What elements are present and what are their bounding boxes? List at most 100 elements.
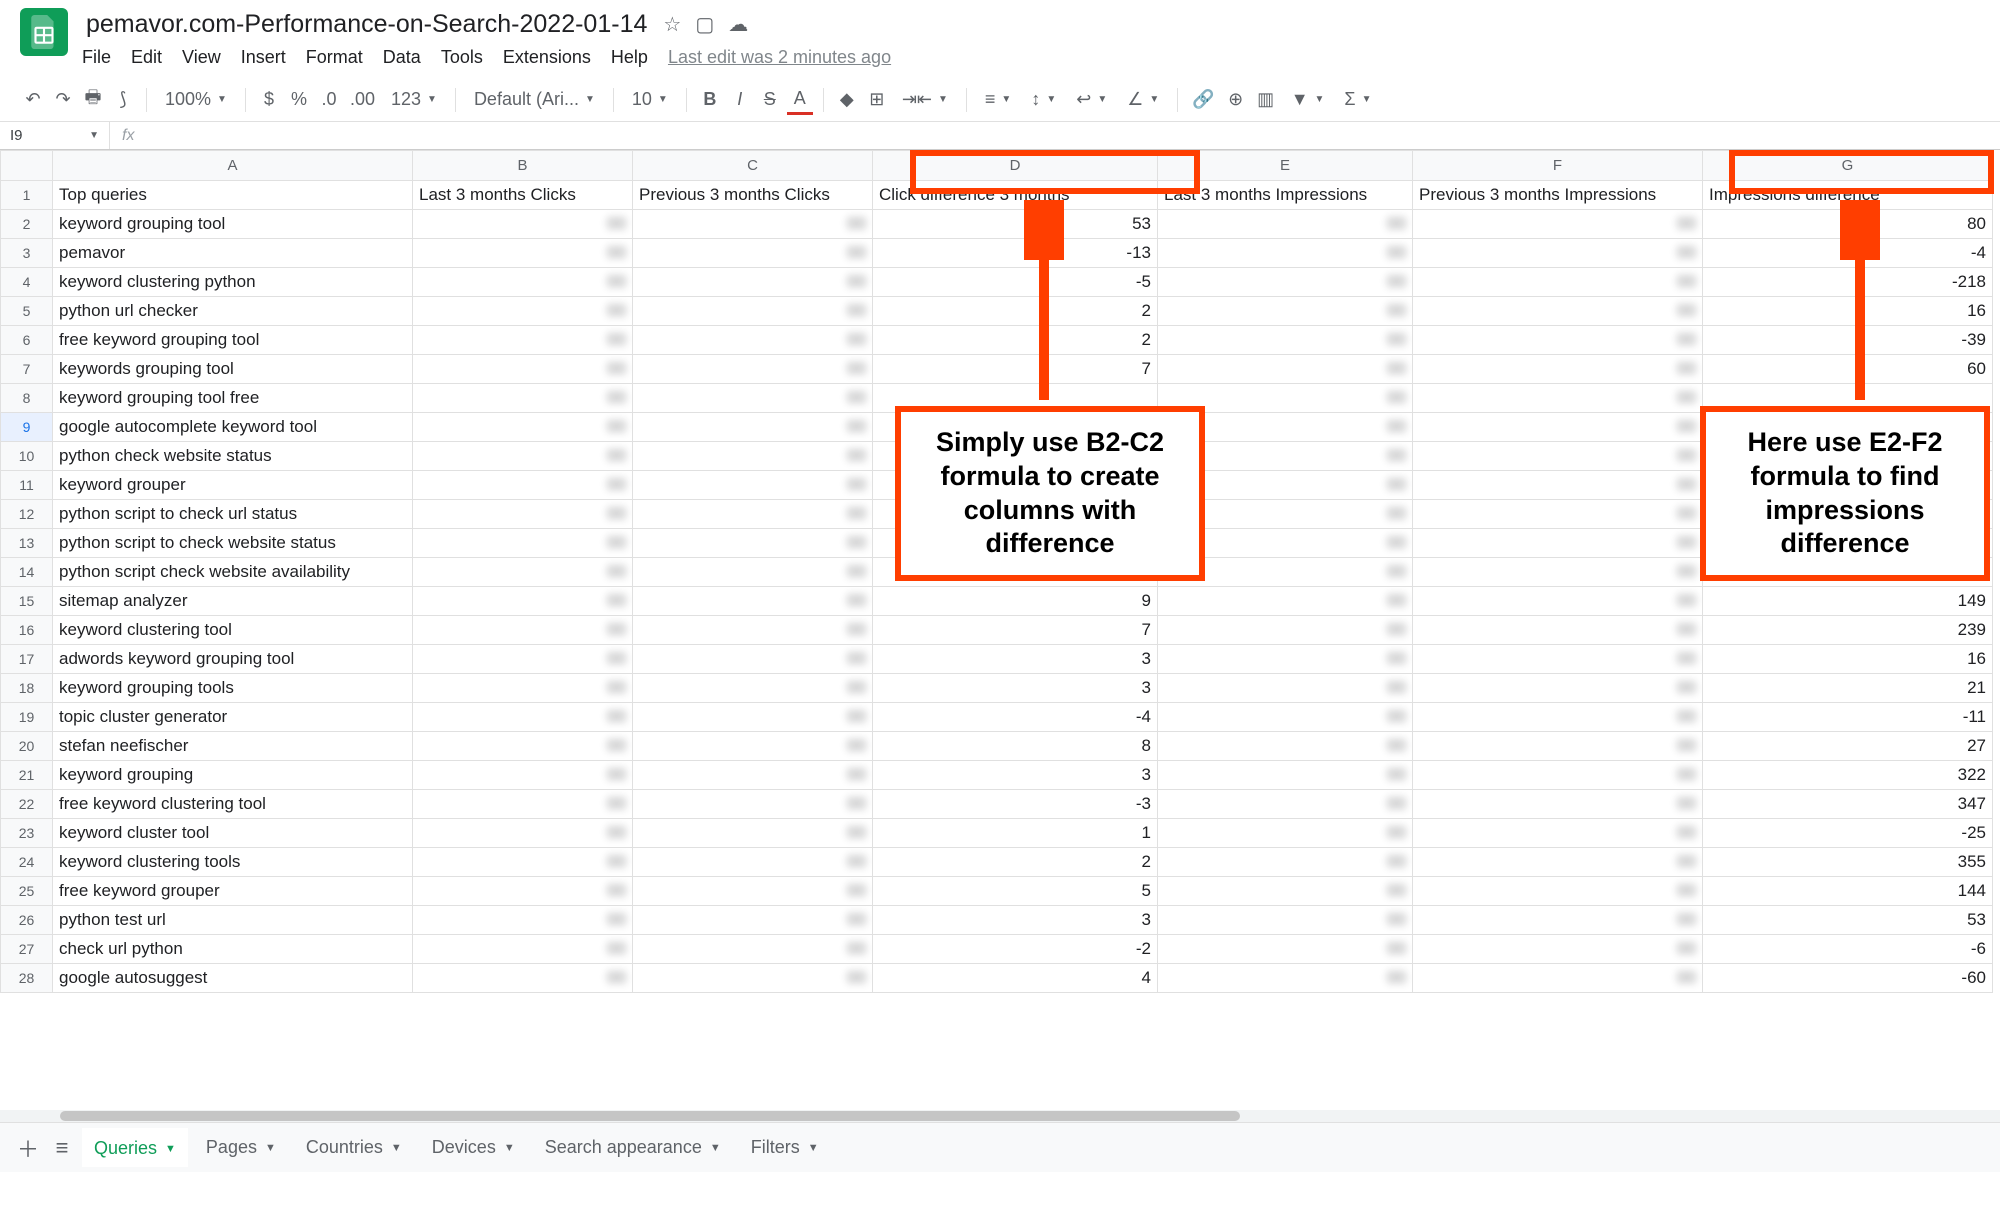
cell[interactable]: 00 bbox=[1158, 790, 1413, 819]
cell[interactable]: 16 bbox=[1703, 297, 1993, 326]
cell[interactable]: 7 bbox=[873, 355, 1158, 384]
cell[interactable]: python script to check url status bbox=[53, 500, 413, 529]
cell[interactable]: 00 bbox=[1158, 587, 1413, 616]
cell[interactable]: 00 bbox=[413, 413, 633, 442]
row-header[interactable]: 14 bbox=[1, 558, 53, 587]
move-icon[interactable]: ▢ bbox=[695, 12, 714, 37]
col-header-e[interactable]: E bbox=[1158, 151, 1413, 181]
undo-button[interactable]: ↶ bbox=[20, 85, 46, 115]
format-currency[interactable]: $ bbox=[256, 85, 282, 115]
cell[interactable]: 00 bbox=[1413, 935, 1703, 964]
halign-button[interactable]: ≡▼ bbox=[977, 89, 1019, 110]
row-header[interactable]: 8 bbox=[1, 384, 53, 413]
row-header[interactable]: 15 bbox=[1, 587, 53, 616]
cell[interactable]: Previous 3 months Clicks bbox=[633, 181, 873, 210]
borders-button[interactable]: ⊞ bbox=[864, 85, 890, 115]
cell[interactable]: 5 bbox=[873, 877, 1158, 906]
more-formats[interactable]: 123▼ bbox=[383, 89, 445, 110]
row-header[interactable]: 27 bbox=[1, 935, 53, 964]
zoom-dropdown[interactable]: 100%▼ bbox=[157, 89, 235, 110]
cell[interactable]: 00 bbox=[1413, 877, 1703, 906]
cell[interactable]: 00 bbox=[633, 703, 873, 732]
cell[interactable]: 3 bbox=[873, 906, 1158, 935]
cell[interactable]: 00 bbox=[1158, 297, 1413, 326]
sheet-tab-search-appearance[interactable]: Search appearance▼ bbox=[533, 1129, 733, 1166]
cell[interactable]: 00 bbox=[1158, 239, 1413, 268]
cell[interactable]: 00 bbox=[1413, 761, 1703, 790]
cell[interactable]: 322 bbox=[1703, 761, 1993, 790]
cell[interactable]: 4 bbox=[873, 964, 1158, 993]
cell[interactable]: 3 bbox=[873, 674, 1158, 703]
row-header[interactable]: 26 bbox=[1, 906, 53, 935]
cell[interactable]: 00 bbox=[1158, 210, 1413, 239]
cell[interactable]: 144 bbox=[1703, 877, 1993, 906]
menu-help[interactable]: Help bbox=[611, 47, 648, 68]
cell[interactable]: 00 bbox=[633, 616, 873, 645]
cell[interactable]: 00 bbox=[1413, 906, 1703, 935]
cell[interactable]: 00 bbox=[633, 355, 873, 384]
cell[interactable]: 00 bbox=[1158, 645, 1413, 674]
cell[interactable]: 00 bbox=[633, 268, 873, 297]
cell[interactable]: 00 bbox=[1413, 355, 1703, 384]
sheet-tab-pages[interactable]: Pages▼ bbox=[194, 1129, 288, 1166]
row-header[interactable]: 7 bbox=[1, 355, 53, 384]
cell[interactable]: 00 bbox=[1158, 732, 1413, 761]
cell[interactable]: sitemap analyzer bbox=[53, 587, 413, 616]
row-header[interactable]: 23 bbox=[1, 819, 53, 848]
col-header-c[interactable]: C bbox=[633, 151, 873, 181]
cell[interactable]: 00 bbox=[413, 674, 633, 703]
row-header[interactable]: 2 bbox=[1, 210, 53, 239]
cell[interactable]: stefan neefischer bbox=[53, 732, 413, 761]
cell[interactable]: free keyword grouping tool bbox=[53, 326, 413, 355]
cell[interactable]: -4 bbox=[873, 703, 1158, 732]
cell[interactable]: 00 bbox=[413, 529, 633, 558]
cell[interactable]: 00 bbox=[1413, 413, 1703, 442]
cell[interactable]: 00 bbox=[1413, 819, 1703, 848]
row-header[interactable]: 17 bbox=[1, 645, 53, 674]
cell[interactable]: 00 bbox=[413, 935, 633, 964]
menu-file[interactable]: File bbox=[82, 47, 111, 68]
cell[interactable]: 00 bbox=[1158, 964, 1413, 993]
row-header[interactable]: 21 bbox=[1, 761, 53, 790]
cell[interactable]: adwords keyword grouping tool bbox=[53, 645, 413, 674]
cell[interactable]: 149 bbox=[1703, 587, 1993, 616]
cell[interactable]: 00 bbox=[633, 645, 873, 674]
cell[interactable]: 00 bbox=[1413, 500, 1703, 529]
cell[interactable]: 00 bbox=[1158, 819, 1413, 848]
row-header[interactable]: 9 bbox=[1, 413, 53, 442]
cell[interactable]: 00 bbox=[413, 471, 633, 500]
cell[interactable]: 00 bbox=[633, 790, 873, 819]
increase-decimal[interactable]: .00 bbox=[346, 85, 379, 115]
cell[interactable]: 00 bbox=[413, 297, 633, 326]
cell[interactable]: 00 bbox=[633, 239, 873, 268]
sheet-tab-devices[interactable]: Devices▼ bbox=[420, 1129, 527, 1166]
cloud-icon[interactable]: ☁ bbox=[728, 12, 748, 37]
star-icon[interactable]: ☆ bbox=[663, 12, 681, 37]
cell[interactable]: 00 bbox=[1413, 210, 1703, 239]
cell[interactable]: 53 bbox=[873, 210, 1158, 239]
cell[interactable]: -13 bbox=[873, 239, 1158, 268]
cell[interactable]: 00 bbox=[1158, 616, 1413, 645]
col-header-d[interactable]: D bbox=[873, 151, 1158, 181]
cell[interactable]: keyword clustering python bbox=[53, 268, 413, 297]
decrease-decimal[interactable]: .0 bbox=[316, 85, 342, 115]
cell[interactable]: 239 bbox=[1703, 616, 1993, 645]
cell[interactable]: keyword cluster tool bbox=[53, 819, 413, 848]
row-header[interactable]: 25 bbox=[1, 877, 53, 906]
cell[interactable]: 00 bbox=[413, 326, 633, 355]
cell[interactable]: 00 bbox=[413, 645, 633, 674]
filter-button[interactable]: ▼▼ bbox=[1283, 89, 1333, 110]
cell[interactable]: 00 bbox=[633, 442, 873, 471]
cell[interactable]: 00 bbox=[1158, 674, 1413, 703]
cell[interactable]: 00 bbox=[413, 790, 633, 819]
cell[interactable]: 00 bbox=[633, 848, 873, 877]
menu-view[interactable]: View bbox=[182, 47, 221, 68]
cell[interactable]: 00 bbox=[633, 906, 873, 935]
cell[interactable]: 00 bbox=[1413, 848, 1703, 877]
cell[interactable]: Top queries bbox=[53, 181, 413, 210]
cell[interactable]: keyword grouping tool free bbox=[53, 384, 413, 413]
cell[interactable]: keyword grouping tools bbox=[53, 674, 413, 703]
cell[interactable]: google autocomplete keyword tool bbox=[53, 413, 413, 442]
cell[interactable]: 00 bbox=[1413, 964, 1703, 993]
cell[interactable]: 00 bbox=[1413, 268, 1703, 297]
